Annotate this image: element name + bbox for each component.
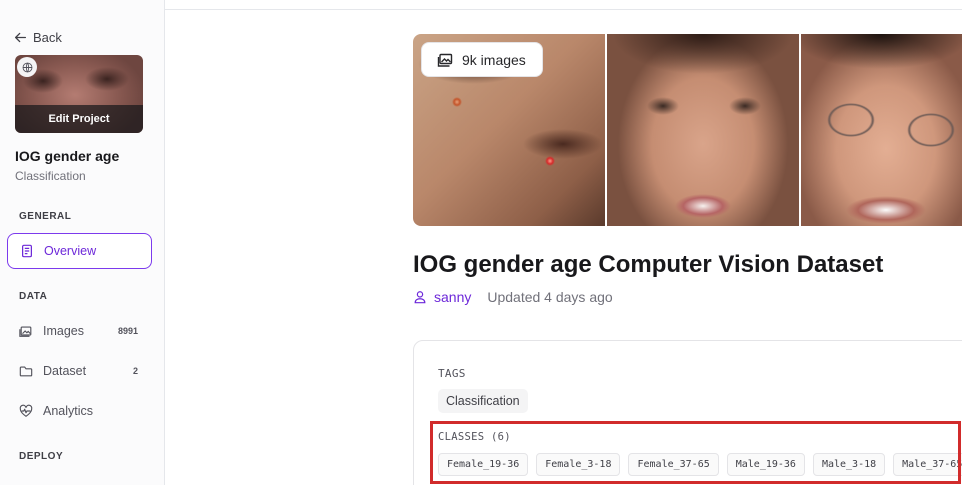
section-general: GENERAL	[19, 211, 72, 222]
top-divider	[165, 9, 962, 10]
dataset-count: 2	[132, 366, 138, 376]
image-count-label: 9k images	[462, 51, 526, 68]
tags-label: TAGS	[438, 367, 466, 380]
images-icon	[437, 53, 453, 67]
globe-icon	[17, 57, 37, 77]
back-button[interactable]: Back	[14, 30, 62, 45]
project-name: IOG gender age	[15, 148, 120, 164]
images-count: 8991	[117, 326, 138, 336]
page-title: IOG gender age Computer Vision Dataset	[413, 251, 884, 278]
heartbeat-icon	[19, 404, 33, 417]
section-data: DATA	[19, 291, 48, 302]
sidebar-item-overview[interactable]: Overview	[7, 233, 152, 269]
preview-image	[801, 34, 962, 226]
sidebar-item-images[interactable]: Images 8991	[7, 313, 152, 349]
preview-image	[607, 34, 799, 226]
sidebar-item-label: Analytics	[43, 404, 94, 418]
sidebar-item-label: Images	[43, 324, 84, 338]
sidebar-item-label: Overview	[44, 244, 97, 258]
arrow-left-icon	[14, 32, 27, 43]
back-label: Back	[33, 30, 62, 45]
project-type: Classification	[15, 169, 86, 183]
edit-project-button[interactable]: Edit Project	[15, 105, 143, 133]
classes-highlight-box	[430, 421, 961, 484]
tag-classification[interactable]: Classification	[438, 389, 528, 413]
project-thumbnail[interactable]: Edit Project	[15, 55, 143, 133]
user-icon	[414, 291, 426, 304]
sidebar-item-analytics[interactable]: Analytics	[7, 393, 152, 429]
folder-icon	[19, 366, 33, 377]
image-count-badge[interactable]: 9k images	[421, 42, 543, 77]
sidebar-item-label: Dataset	[43, 364, 87, 378]
section-deploy: DEPLOY	[19, 451, 64, 462]
sidebar-item-dataset[interactable]: Dataset 2	[7, 353, 152, 389]
document-icon	[22, 244, 32, 258]
images-icon	[19, 326, 32, 337]
sidebar: Back Edit Project IOG gender age Classif…	[0, 0, 165, 485]
updated-text: Updated 4 days ago	[487, 289, 613, 305]
author-link[interactable]: sanny	[434, 289, 471, 305]
dataset-meta: sanny Updated 4 days ago	[413, 289, 613, 305]
